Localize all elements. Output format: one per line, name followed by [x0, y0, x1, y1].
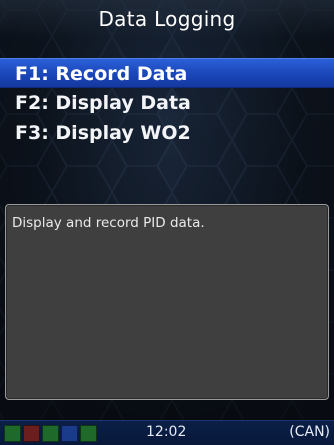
indicator-5: [80, 425, 97, 442]
indicator-2: [23, 425, 40, 442]
protocol-label: (CAN): [289, 424, 330, 440]
page-title: Data Logging: [98, 7, 236, 31]
description-text: Display and record PID data.: [12, 215, 205, 231]
menu-item-display-data[interactable]: F2: Display Data: [0, 88, 334, 118]
status-indicators: [4, 425, 99, 442]
indicator-4: [61, 425, 78, 442]
menu-item-label: F3: Display WO2: [15, 122, 191, 144]
clock-time: 12:02: [146, 424, 187, 440]
indicator-1: [4, 425, 21, 442]
menu-item-label: F1: Record Data: [15, 63, 188, 85]
data-logging-screen: Data Logging F1: Record Data F2: Display…: [0, 0, 334, 445]
indicator-3: [42, 425, 59, 442]
menu-item-display-wo2[interactable]: F3: Display WO2: [0, 118, 334, 148]
description-panel: Display and record PID data.: [5, 204, 329, 400]
menu-item-label: F2: Display Data: [15, 92, 191, 114]
status-bar: 12:02 (CAN): [0, 420, 334, 445]
menu-item-record-data[interactable]: F1: Record Data: [0, 58, 334, 88]
title-bar: Data Logging: [0, 0, 334, 38]
function-menu: F1: Record Data F2: Display Data F3: Dis…: [0, 58, 334, 148]
